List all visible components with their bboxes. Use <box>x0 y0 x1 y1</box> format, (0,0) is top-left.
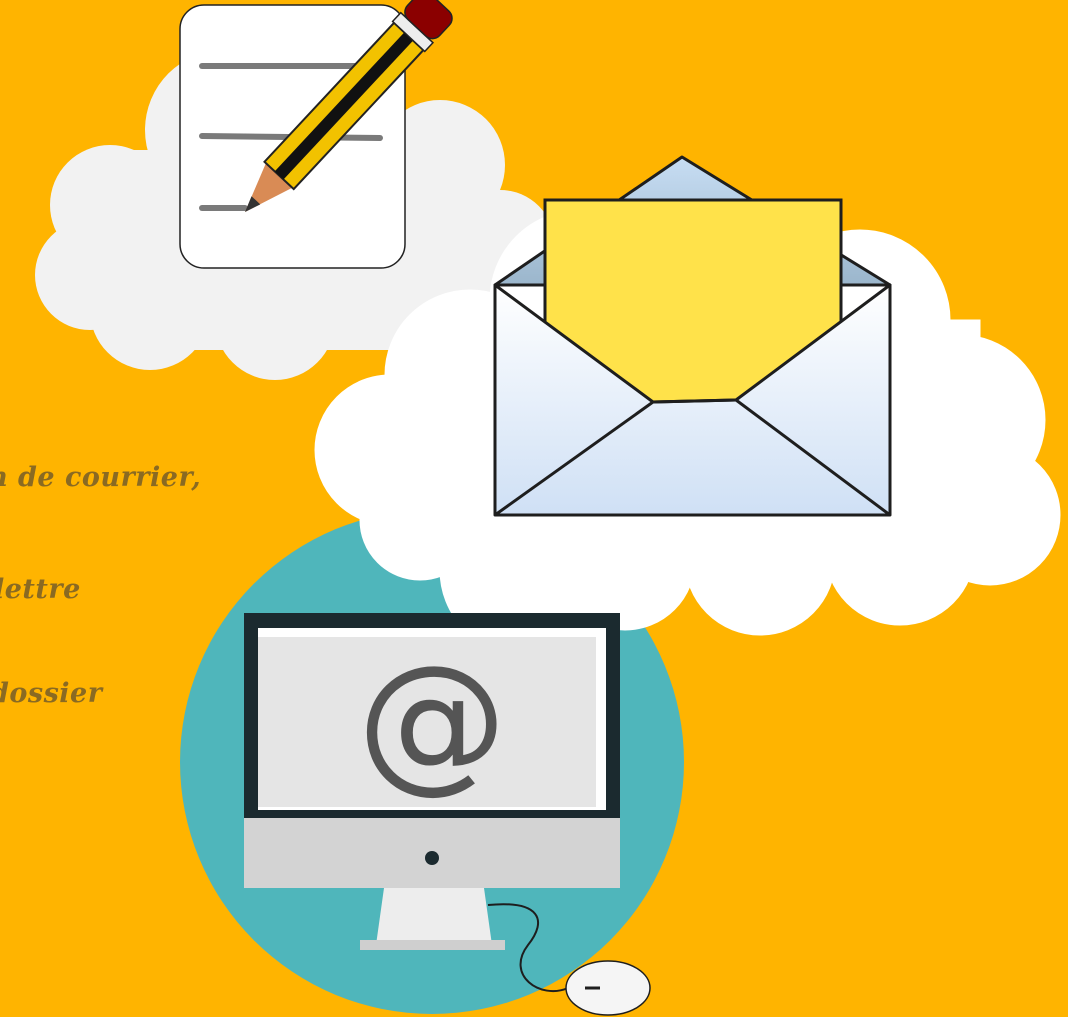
text-line-3: dossier <box>0 678 103 709</box>
text-line-1: n de courrier, <box>0 462 202 493</box>
open-envelope-icon <box>493 155 892 517</box>
illustration-scene: @ <box>35 0 1061 1016</box>
power-led-icon <box>425 851 439 865</box>
text-line-2: lettre <box>0 574 81 605</box>
at-sign: @ <box>357 634 507 808</box>
